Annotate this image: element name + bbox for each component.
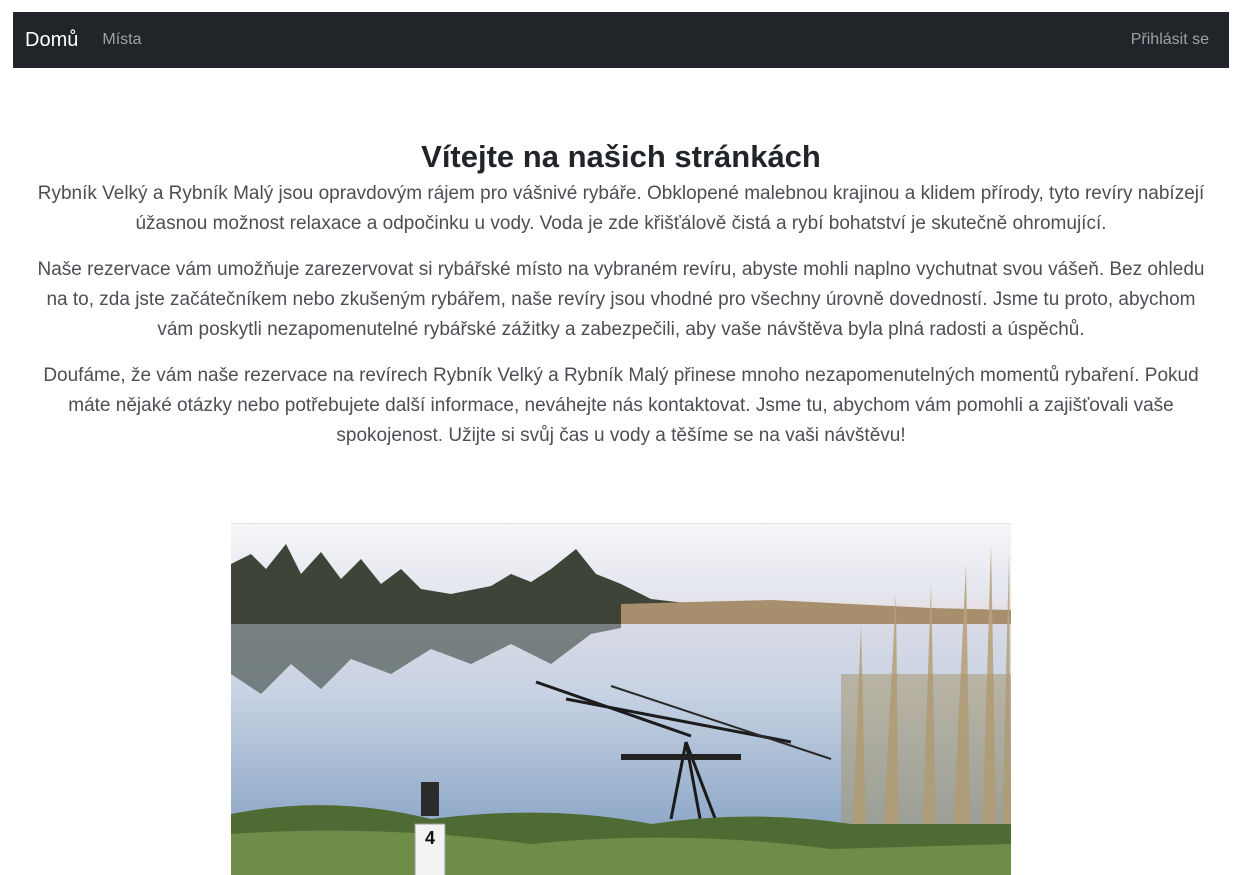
main-content: Vítejte na našich stránkách Rybník Velký… xyxy=(37,138,1205,467)
page-title: Vítejte na našich stránkách xyxy=(421,139,821,174)
intro-paragraph-3: Doufáme, že vám naše rezervace na revíre… xyxy=(43,365,1199,447)
intro-paragraph-2: Naše rezervace vám umožňuje zarezervovat… xyxy=(37,259,1205,341)
login-link[interactable]: Přihlásit se xyxy=(1131,31,1209,49)
pond-illustration: 4 xyxy=(231,524,1011,875)
top-navbar: Domů Místa Přihlásit se xyxy=(13,12,1229,68)
peg-number: 4 xyxy=(425,828,435,848)
hero-image-fishing-pond: 4 xyxy=(231,523,1011,875)
nav-link-mista[interactable]: Místa xyxy=(102,31,141,49)
intro-paragraph-1: Rybník Velký a Rybník Malý jsou opravdov… xyxy=(37,183,1205,235)
brand-home-link[interactable]: Domů xyxy=(25,29,78,52)
